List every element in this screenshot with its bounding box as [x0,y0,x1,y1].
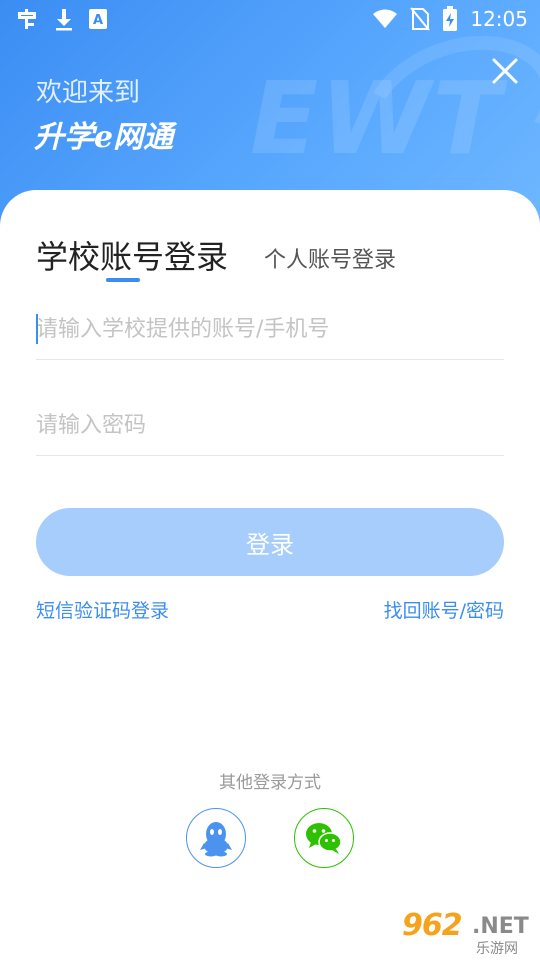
login-tabs: 学校账号登录 个人账号登录 [36,232,396,282]
wifi-icon [372,9,398,29]
tab-school-account[interactable]: 学校账号登录 [36,232,229,282]
tab-school-account-label: 学校账号登录 [36,238,229,276]
wechat-icon [306,823,342,854]
recover-account-link[interactable]: 找回账号/密码 [384,596,504,623]
close-icon [492,58,518,84]
close-button[interactable] [488,54,522,88]
svg-text:A: A [93,13,103,28]
status-time: 12:05 [470,7,528,31]
account-field [36,300,504,360]
wechat-login-button[interactable] [294,808,354,868]
login-button[interactable]: 登录 [36,508,504,576]
watermark-badge: 962 .NET 乐游网 [402,908,536,958]
badge-sub: 乐游网 [476,941,518,957]
text-a-icon: A [88,8,108,30]
qq-icon [200,822,232,857]
download-icon [54,7,74,31]
password-field [36,396,504,456]
qq-login-button[interactable] [186,808,246,868]
sms-login-link[interactable]: 短信验证码登录 [36,596,169,623]
tab-active-indicator [106,278,140,282]
text-caret [36,314,38,344]
battery-charging-icon [442,6,458,32]
password-input[interactable] [36,413,504,438]
welcome-text: 欢迎来到 [36,78,141,108]
no-sim-icon [410,7,431,31]
app-notification-icon [14,7,40,31]
app-name: 升学e网通 [34,120,174,155]
ewt-watermark: EWT [250,60,503,177]
badge-tld: .NET [472,914,529,939]
badge-number: 962 [402,908,463,943]
account-input[interactable] [36,317,504,342]
tab-personal-account[interactable]: 个人账号登录 [264,242,396,274]
other-login-label: 其他登录方式 [219,773,321,793]
status-bar: A 12:05 [0,0,540,38]
